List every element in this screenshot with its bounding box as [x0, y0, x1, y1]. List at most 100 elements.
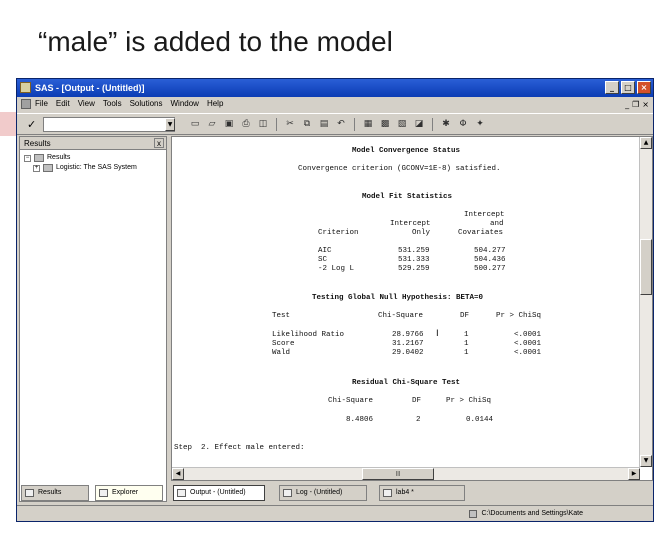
slide-title: “male” is added to the model: [38, 26, 393, 57]
vertical-scroll-thumb[interactable]: [640, 239, 652, 295]
residual-heading: Residual Chi-Square Test: [352, 379, 461, 387]
task-output[interactable]: Output - (Untitled): [173, 485, 265, 501]
global-test-wald: Wald: [272, 349, 291, 357]
status-path: C:\Documents and Settings\Kate: [469, 509, 583, 519]
scroll-up-icon[interactable]: ▲: [640, 137, 652, 149]
results-tree: − Results + Logistic: The SAS System: [20, 150, 166, 176]
results-header: Results: [24, 139, 51, 148]
global-chi-lr: 28.9766: [392, 331, 424, 339]
tab-results[interactable]: Results: [21, 485, 89, 501]
mdi-minimize-icon[interactable]: _: [625, 98, 629, 112]
global-df-wald: 1: [464, 349, 469, 357]
fit-only-2logl: 529.259: [398, 265, 430, 273]
scroll-down-icon[interactable]: ▼: [640, 455, 652, 467]
fit-cov-2logl: 500.277: [474, 265, 506, 273]
help-icon[interactable]: ✦: [474, 118, 486, 131]
global-col-df: DF: [460, 312, 470, 320]
command-input[interactable]: [43, 117, 175, 132]
vertical-scrollbar[interactable]: ▲ ▼: [639, 137, 652, 467]
text-cursor-icon: Ⅰ: [436, 329, 439, 339]
horizontal-scrollbar[interactable]: ◀ ||| ▶: [172, 467, 640, 480]
sas-explorer-icon[interactable]: ▩: [379, 118, 391, 131]
global-col-test: Test: [272, 312, 291, 320]
results-close-icon[interactable]: x: [154, 138, 164, 148]
scroll-left-icon[interactable]: ◀: [172, 468, 184, 480]
minimize-button[interactable]: _: [605, 81, 619, 94]
save-icon[interactable]: ▣: [223, 118, 235, 131]
folder-status-icon: [469, 510, 478, 518]
submit-check-icon[interactable]: ✓: [27, 118, 36, 131]
menu-edit[interactable]: Edit: [56, 97, 70, 111]
menu-help[interactable]: Help: [207, 97, 223, 111]
window-titlebar[interactable]: SAS - [Output - (Untitled)] _ □ ×: [17, 79, 653, 97]
menu-window[interactable]: Window: [171, 97, 199, 111]
global-test-lr: Likelihood Ratio: [272, 331, 345, 339]
run-icon[interactable]: ✱: [440, 118, 452, 131]
toolbar-separator: [354, 118, 355, 131]
global-p-lr: <.0001: [514, 331, 542, 339]
tab-label: Explorer: [112, 489, 139, 496]
document-menu-icon[interactable]: [21, 99, 31, 109]
results-panel: Results x − Results + Logistic: The SAS …: [19, 136, 167, 502]
horizontal-scroll-thumb[interactable]: |||: [362, 468, 434, 480]
undo-icon[interactable]: ↶: [335, 118, 347, 131]
editor-window-icon: [383, 489, 392, 497]
print-preview-icon[interactable]: ◫: [257, 118, 269, 131]
print-icon[interactable]: ⎙: [240, 118, 252, 131]
paste-icon[interactable]: ▤: [318, 118, 330, 131]
tab-explorer[interactable]: Explorer: [95, 485, 163, 501]
global-col-p: Pr > ChiSq: [496, 312, 542, 320]
collapse-icon[interactable]: −: [24, 154, 31, 162]
results-tab-icon: [25, 489, 34, 497]
folder-icon: [34, 154, 44, 162]
convergence-heading: Model Convergence Status: [352, 147, 461, 155]
fit-only-aic: 531.259: [398, 247, 430, 255]
menu-tools[interactable]: Tools: [103, 97, 122, 111]
clear-icon[interactable]: ◪: [413, 118, 425, 131]
menu-file[interactable]: File: [35, 97, 48, 111]
global-df-score: 1: [464, 340, 469, 348]
fit-criterion-sc: SC: [318, 256, 328, 264]
fit-col-criterion: Criterion: [318, 229, 359, 237]
task-log[interactable]: Log - (Untitled): [279, 485, 367, 501]
fit-col-covariates-2: and: [490, 220, 504, 228]
task-label: Log - (Untitled): [296, 489, 343, 496]
status-bar: C:\Documents and Settings\Kate: [17, 505, 653, 521]
residual-chi: 8.4806: [346, 416, 374, 424]
global-p-wald: <.0001: [514, 349, 542, 357]
menu-solutions[interactable]: Solutions: [130, 97, 163, 111]
menu-bar: File Edit View Tools Solutions Window He…: [17, 97, 653, 111]
close-button[interactable]: ×: [637, 81, 651, 94]
fit-col-only-2: Only: [412, 229, 431, 237]
task-lab4[interactable]: lab4 *: [379, 485, 465, 501]
tree-item-logistic[interactable]: + Logistic: The SAS System: [24, 163, 162, 173]
toolbar-separator: [432, 118, 433, 131]
residual-col-chi: Chi-Square: [328, 397, 374, 405]
break-icon[interactable]: Φ: [457, 118, 469, 131]
fit-criterion-2logl: -2 Log L: [318, 265, 355, 273]
status-path-text: C:\Documents and Settings\Kate: [481, 510, 583, 517]
open-icon[interactable]: ▱: [206, 118, 218, 131]
command-dropdown-icon[interactable]: ▼: [165, 118, 175, 131]
options-icon[interactable]: ▧: [396, 118, 408, 131]
global-heading: Testing Global Null Hypothesis: BETA=0: [312, 294, 484, 302]
global-chi-score: 31.2167: [392, 340, 424, 348]
mdi-close-icon[interactable]: ×: [642, 98, 649, 112]
new-library-icon[interactable]: ▦: [362, 118, 374, 131]
global-test-score: Score: [272, 340, 295, 348]
global-df-lr: 1: [464, 331, 469, 339]
copy-icon[interactable]: ⧉: [301, 118, 313, 131]
global-p-score: <.0001: [514, 340, 542, 348]
scroll-right-icon[interactable]: ▶: [628, 468, 640, 480]
cut-icon[interactable]: ✂: [284, 118, 296, 131]
expand-icon[interactable]: +: [33, 164, 40, 172]
new-icon[interactable]: ▭: [189, 118, 201, 131]
residual-p: 0.0144: [466, 416, 494, 424]
window-tabs: Output - (Untitled) Log - (Untitled) lab…: [171, 485, 653, 503]
menu-view[interactable]: View: [78, 97, 95, 111]
tree-item-results[interactable]: − Results: [24, 153, 162, 163]
fit-criterion-aic: AIC: [318, 247, 332, 255]
output-panel[interactable]: Model Convergence Status Convergence cri…: [171, 136, 653, 481]
maximize-button[interactable]: □: [621, 81, 635, 94]
mdi-restore-icon[interactable]: ❐: [632, 98, 639, 112]
